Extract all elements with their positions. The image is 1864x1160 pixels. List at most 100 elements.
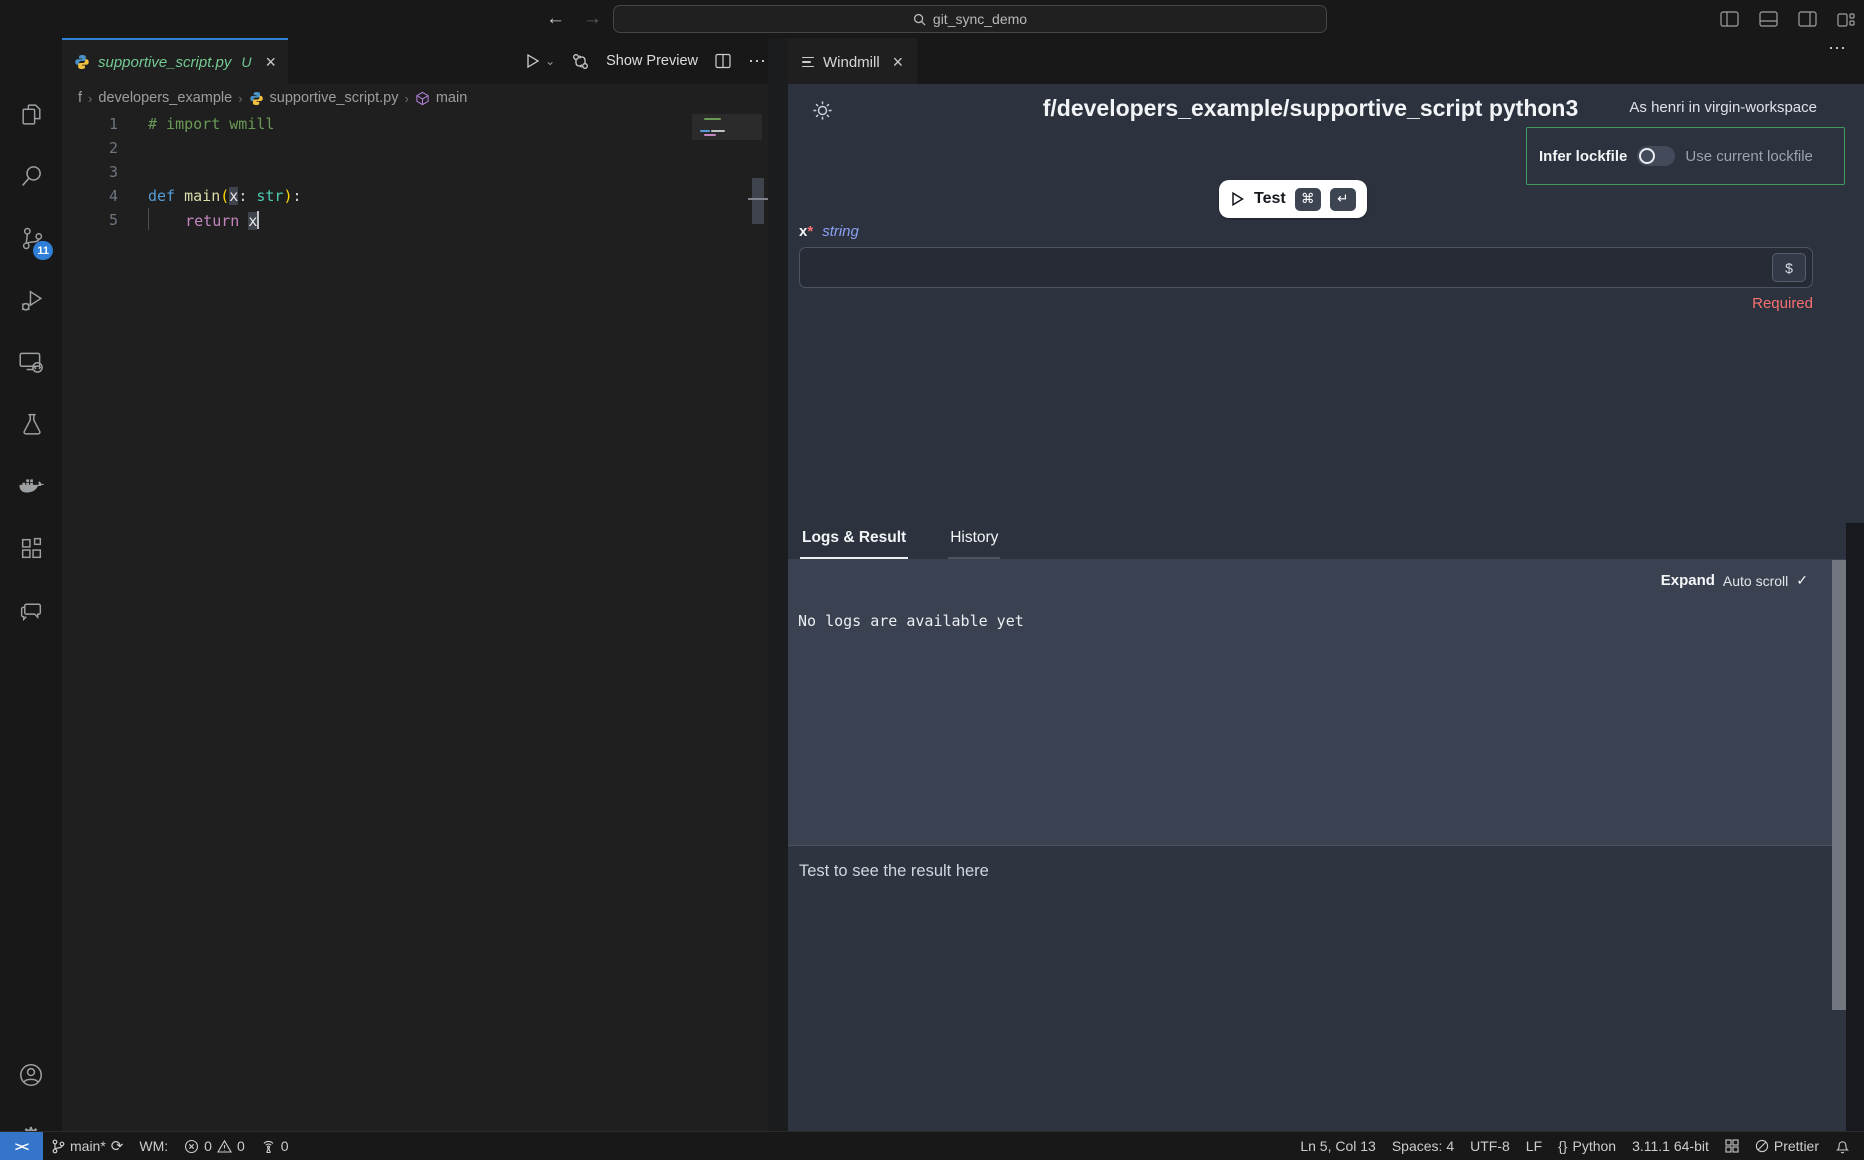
use-current-lockfile-label: Use current lockfile: [1685, 148, 1813, 165]
search-icon: [913, 13, 926, 26]
explorer-icon[interactable]: [0, 88, 62, 140]
line-number: 1: [62, 112, 118, 136]
remote-explorer-icon[interactable]: [0, 336, 62, 388]
show-preview-button[interactable]: Show Preview: [606, 53, 698, 69]
run-debug-icon[interactable]: [0, 274, 62, 326]
git-branch-item[interactable]: main* ⟳: [43, 1132, 131, 1160]
prettier-item[interactable]: Prettier: [1747, 1138, 1827, 1154]
extensions-icon[interactable]: [0, 522, 62, 574]
ports-item[interactable]: 0: [253, 1132, 297, 1160]
nav-forward-icon[interactable]: →: [583, 8, 602, 30]
lockfile-toggle[interactable]: [1637, 146, 1675, 166]
error-count: 0: [204, 1138, 212, 1154]
run-dropdown-chevron-icon[interactable]: ⌄: [545, 54, 555, 68]
source-control-icon[interactable]: 11: [0, 212, 62, 264]
variable-picker-button[interactable]: $: [1772, 253, 1806, 282]
editor-tab-bar: supportive_script.py U × ⌄ Show Preview …: [62, 38, 788, 84]
auto-scroll-label[interactable]: Auto scroll: [1723, 573, 1788, 589]
arg-type: string: [822, 223, 859, 240]
account-icon[interactable]: [0, 1049, 62, 1101]
ports-count: 0: [281, 1138, 289, 1154]
result-placeholder: Test to see the result here: [799, 862, 1864, 881]
remote-indicator[interactable]: ><: [0, 1132, 43, 1160]
line-number: 4: [62, 184, 118, 208]
breadcrumb: f › developers_example › supportive_scri…: [62, 84, 788, 112]
minimap[interactable]: [698, 114, 750, 234]
breadcrumb-folder[interactable]: developers_example: [98, 90, 232, 106]
run-python-file-icon[interactable]: [523, 52, 541, 70]
breadcrumb-symbol[interactable]: main: [436, 90, 467, 106]
lockfile-option-box: Infer lockfile Use current lockfile: [1526, 127, 1845, 185]
customize-layout-icon[interactable]: [1837, 11, 1856, 27]
vscode-window: ← → git_sync_demo 11: [0, 0, 1864, 1160]
user-workspace-context: As henri in virgin-workspace: [1629, 99, 1817, 116]
required-star: *: [807, 223, 813, 240]
tab-title: supportive_script.py: [98, 54, 231, 71]
code-line[interactable]: 2: [62, 136, 788, 160]
toggle-sidebar-right-icon[interactable]: [1798, 11, 1817, 27]
breadcrumb-file[interactable]: supportive_script.py: [270, 90, 399, 106]
disabled-circle-icon: [1755, 1139, 1769, 1153]
python-file-icon: [249, 91, 264, 106]
check-icon[interactable]: ✓: [1796, 572, 1808, 589]
python-file-icon: [74, 54, 90, 70]
nav-back-icon[interactable]: ←: [546, 8, 565, 30]
logs-tab-bar: Logs & Result History: [788, 523, 1864, 559]
sync-icon: ⟳: [111, 1137, 124, 1155]
wm-status-item[interactable]: WM:: [131, 1132, 176, 1160]
symbol-method-icon: [415, 91, 430, 106]
code-editor[interactable]: 1# import wmill234def main(x: str):5 ret…: [62, 112, 788, 1131]
testing-icon[interactable]: [0, 398, 62, 450]
code-line[interactable]: 3: [62, 160, 788, 184]
docker-icon[interactable]: [0, 460, 62, 512]
code-lines: 1# import wmill234def main(x: str):5 ret…: [62, 112, 788, 232]
play-icon: [1230, 191, 1245, 207]
editor-scrollbar[interactable]: [752, 178, 764, 224]
grid-item[interactable]: [1717, 1139, 1747, 1153]
expand-button[interactable]: Expand: [1661, 572, 1715, 589]
toggle-panel-icon[interactable]: [1759, 11, 1778, 27]
editor-group: supportive_script.py U × ⌄ Show Preview …: [62, 38, 788, 1131]
encoding-item[interactable]: UTF-8: [1462, 1138, 1518, 1154]
breadcrumb-root[interactable]: f: [78, 90, 82, 106]
notifications-item[interactable]: [1827, 1139, 1858, 1154]
indentation-item[interactable]: Spaces: 4: [1384, 1138, 1462, 1154]
language-mode-item[interactable]: {} Python: [1550, 1138, 1624, 1154]
git-status-untracked: U: [241, 54, 251, 70]
minimap-slider[interactable]: [692, 114, 762, 140]
panel-more-actions-icon[interactable]: ⋯: [1828, 38, 1864, 84]
arg-x-input[interactable]: [799, 247, 1813, 288]
panel-tab-bar: Windmill × ⋯: [788, 38, 1864, 84]
line-number: 2: [62, 136, 118, 160]
editor-more-actions-icon[interactable]: ⋯: [748, 51, 766, 72]
command-center-search[interactable]: git_sync_demo: [613, 5, 1327, 33]
test-button-label: Test: [1254, 190, 1286, 208]
tab-windmill[interactable]: Windmill ×: [788, 38, 917, 84]
cursor-position-item[interactable]: Ln 5, Col 13: [1292, 1138, 1384, 1154]
activity-bar: 11 ⚙: [0, 38, 62, 1131]
open-changes-icon[interactable]: [571, 52, 590, 71]
problems-item[interactable]: 0 0: [176, 1132, 253, 1160]
split-editor-icon[interactable]: [714, 52, 732, 70]
editor-panel-divider[interactable]: [768, 38, 788, 1131]
python-version-item[interactable]: 3.11.1 64-bit: [1624, 1138, 1717, 1154]
code-line[interactable]: 5 return x: [62, 208, 788, 232]
webview-scrollbar[interactable]: [1832, 560, 1846, 1010]
tab-history[interactable]: History: [948, 523, 1000, 559]
search-sidebar-icon[interactable]: [0, 150, 62, 202]
code-line[interactable]: 1# import wmill: [62, 112, 788, 136]
required-message: Required: [799, 295, 1813, 312]
tab-supportive-script[interactable]: supportive_script.py U ×: [62, 38, 288, 84]
tab-logs-result[interactable]: Logs & Result: [800, 523, 908, 559]
comments-icon[interactable]: [0, 584, 62, 636]
grid-icon: [1725, 1139, 1739, 1153]
workspace-search-label: git_sync_demo: [933, 11, 1027, 27]
tab-close-icon[interactable]: ×: [266, 53, 277, 71]
windmill-tab-close-icon[interactable]: ×: [893, 52, 904, 73]
toggle-sidebar-left-icon[interactable]: [1720, 11, 1739, 27]
eol-item[interactable]: LF: [1518, 1138, 1550, 1154]
result-panel: Test to see the result here: [788, 845, 1864, 1131]
branch-icon: [51, 1139, 65, 1154]
test-button[interactable]: Test ⌘ ↵: [1219, 180, 1367, 218]
code-line[interactable]: 4def main(x: str):: [62, 184, 788, 208]
